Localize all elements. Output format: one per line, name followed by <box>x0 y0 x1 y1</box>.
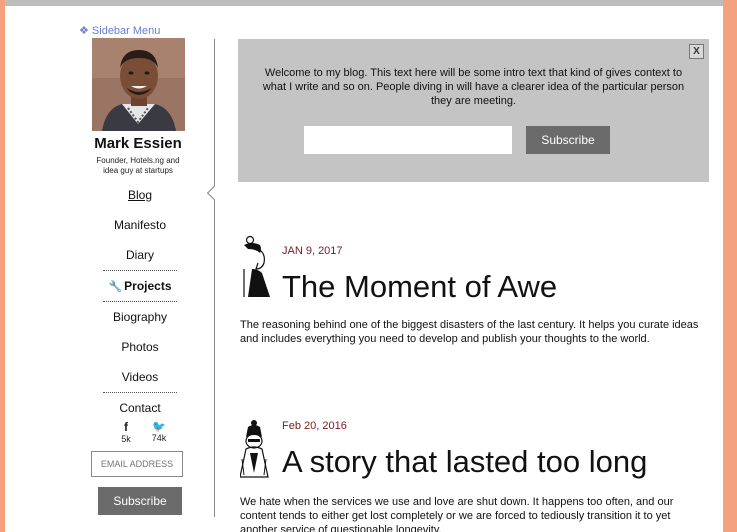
close-button[interactable]: X <box>689 44 704 59</box>
sidebar-item-label: Projects <box>124 279 172 293</box>
post-card: JAN 9, 2017 The Moment of Awe The reason… <box>240 235 710 365</box>
sidebar-divider <box>214 39 215 517</box>
sidebar-item-photos[interactable]: Photos <box>103 332 177 362</box>
intro-text: Welcome to my blog. This text here will … <box>262 67 685 107</box>
intro-email-input[interactable] <box>304 126 512 154</box>
avatar-photo <box>92 38 185 131</box>
sidebar-item-manifesto[interactable]: Manifesto <box>103 210 177 240</box>
sidebar-item-blog[interactable]: Blog <box>103 180 177 210</box>
post-excerpt: We hate when the services we use and lov… <box>240 496 674 532</box>
sidebar-nav: Blog Manifesto Diary 🔧 Projects Biography… <box>103 180 177 423</box>
post-title[interactable]: The Moment of Awe <box>282 269 557 305</box>
sidebar-item-contact[interactable]: Contact <box>103 393 177 423</box>
facebook-count: 5k <box>121 434 131 444</box>
sidebar-subscribe-button[interactable]: Subscribe <box>98 487 182 515</box>
post-date: JAN 9, 2017 <box>282 245 343 257</box>
woman-illustration-icon <box>240 420 269 478</box>
wrench-icon: 🔧 <box>108 281 123 293</box>
author-name: Mark Essien <box>94 135 182 152</box>
intro-box: X Welcome to my blog. This text here wil… <box>238 39 709 182</box>
email-field[interactable] <box>91 451 183 477</box>
intro-subscribe-button[interactable]: Subscribe <box>526 126 610 154</box>
post-date: Feb 20, 2016 <box>282 420 347 432</box>
sidebar-item-diary[interactable]: Diary <box>103 240 177 270</box>
post-excerpt: The reasoning behind one of the biggest … <box>240 319 699 345</box>
sidebar-item-label: Videos <box>121 370 159 384</box>
top-bar <box>5 0 723 6</box>
active-indicator <box>206 185 222 201</box>
post-title[interactable]: A story that lasted too long <box>282 444 647 480</box>
sidebar-item-label: Manifesto <box>113 218 167 232</box>
social-links: f 5k 🐦 74k <box>113 420 173 448</box>
blog-page: ❖ Sidebar Menu Mark Essien Founder, Hote… <box>5 0 723 532</box>
author-bio: Founder, Hotels.ng and idea guy at start… <box>96 156 180 175</box>
sidebar-item-label: Diary <box>125 248 154 262</box>
sidebar-item-videos[interactable]: Videos <box>103 362 177 392</box>
woman-illustration-icon <box>243 235 270 297</box>
facebook-link[interactable]: f 5k <box>113 420 139 444</box>
sidebar-menu-link[interactable]: ❖ Sidebar Menu <box>79 24 160 37</box>
twitter-link[interactable]: 🐦 74k <box>146 420 172 443</box>
sidebar-item-label: Blog <box>127 188 153 202</box>
twitter-icon: 🐦 <box>152 421 166 433</box>
twitter-count: 74k <box>151 433 167 443</box>
facebook-icon: f <box>124 420 128 434</box>
sidebar-item-label: Biography <box>112 310 168 324</box>
sidebar-item-biography[interactable]: Biography <box>103 302 177 332</box>
avatar <box>92 38 185 131</box>
sidebar-item-label: Contact <box>119 401 161 415</box>
sidebar-item-label: Photos <box>121 340 159 354</box>
post-card: Feb 20, 2016 A story that lasted too lon… <box>240 411 710 532</box>
sidebar-item-projects[interactable]: 🔧 Projects <box>103 271 177 301</box>
